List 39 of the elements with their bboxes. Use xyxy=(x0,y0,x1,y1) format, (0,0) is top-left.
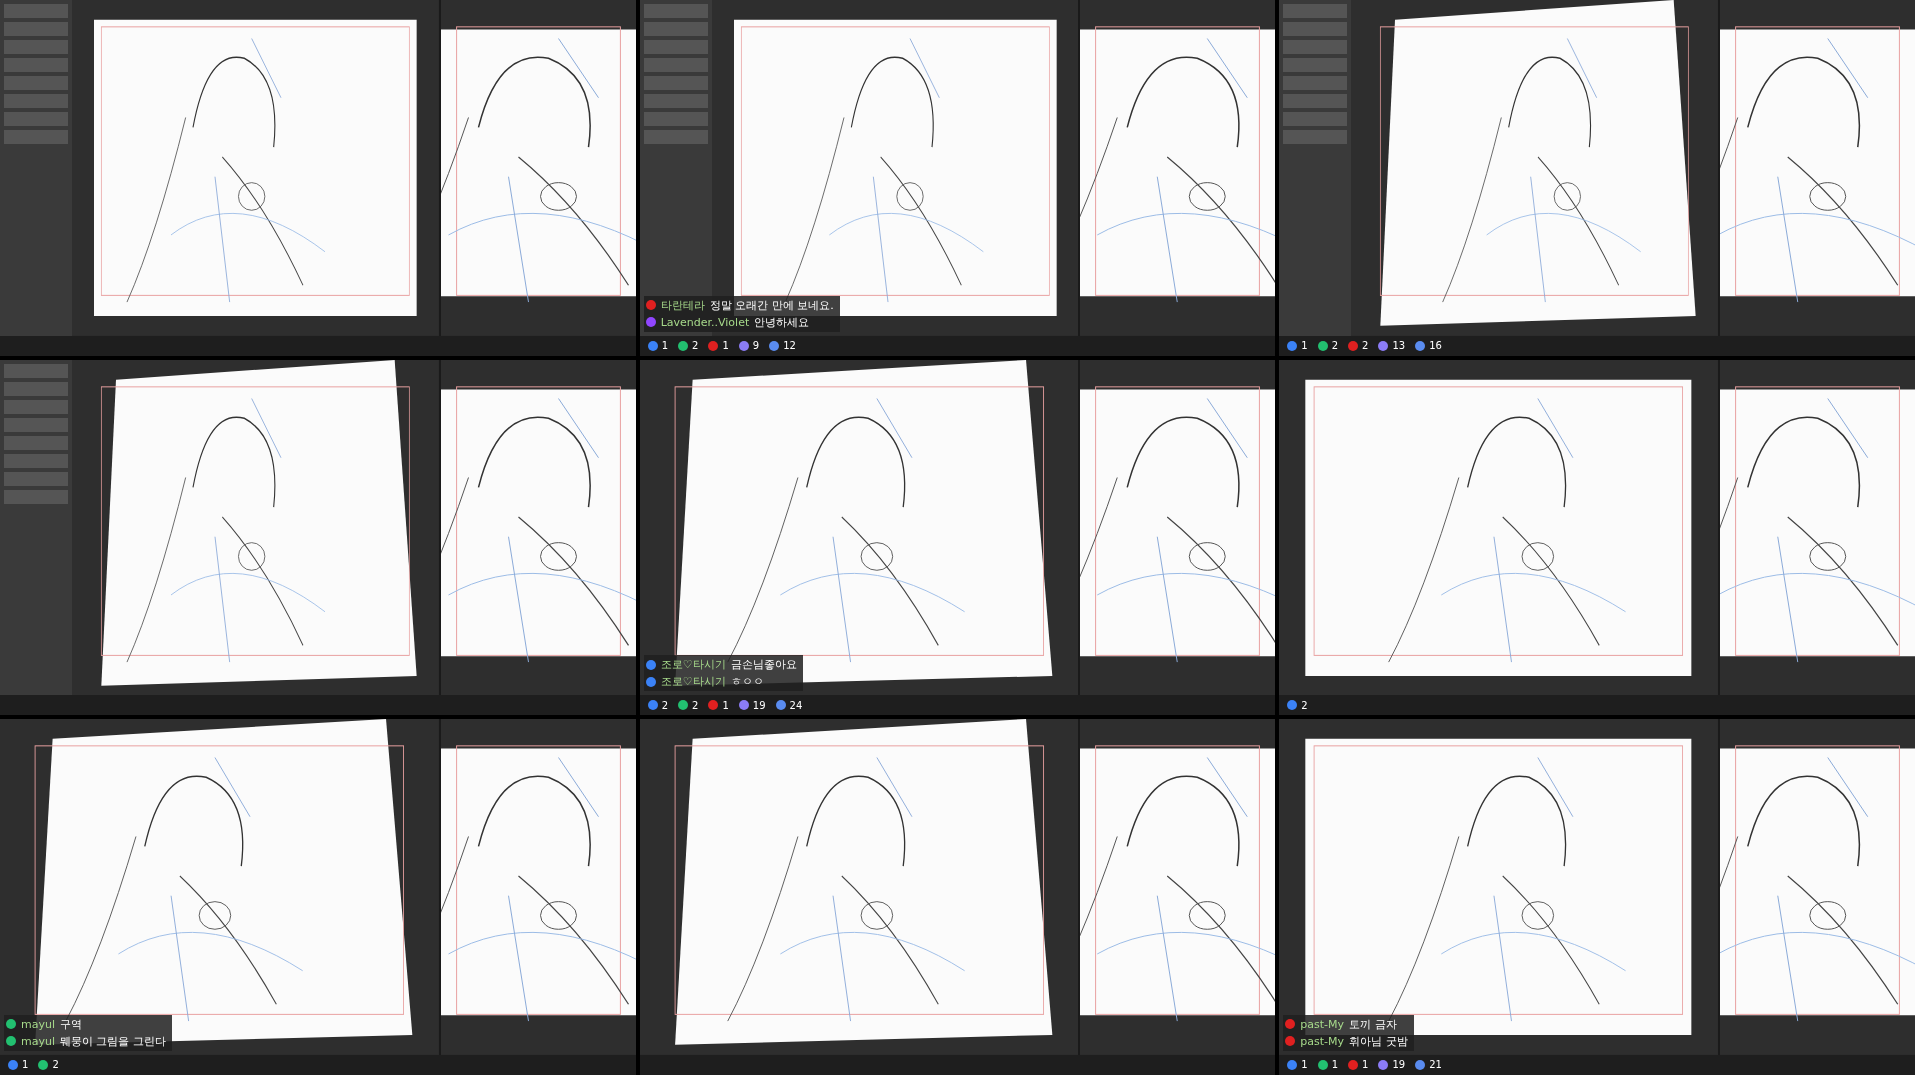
stat-count: 12 xyxy=(783,340,796,352)
stat-count: 2 xyxy=(661,699,669,711)
stat-count: 1 xyxy=(1301,340,1308,352)
chat-username: 타란테라 xyxy=(660,297,705,313)
stat-count: 21 xyxy=(1429,1059,1442,1071)
chat-username: 조로♡타시기 xyxy=(660,657,726,673)
stat-count: 2 xyxy=(1331,340,1339,352)
chat-message: 뭬뭉이 그림을 그린다 xyxy=(60,1034,166,1049)
stat-count: 1 xyxy=(22,1059,29,1071)
chat-username: mayul xyxy=(21,1035,55,1048)
chat-username: past-My xyxy=(1300,1035,1345,1048)
stat-count: 1 xyxy=(1362,1059,1369,1071)
stat-count: 2 xyxy=(1301,699,1308,711)
chat-message: 정말 오래간 만에 보네요. xyxy=(709,297,834,313)
stat-count: 1 xyxy=(1331,1059,1339,1071)
stat-count: 19 xyxy=(752,699,766,711)
stat-count: 2 xyxy=(692,340,699,352)
chat-username: mayul xyxy=(21,1018,55,1031)
stat-count: 1 xyxy=(722,699,729,711)
stat-count: 1 xyxy=(722,340,729,352)
stat-count: 2 xyxy=(1362,340,1369,352)
chat-message: 토끼 금자 xyxy=(1349,1017,1397,1032)
chat-message: 구역 xyxy=(60,1017,82,1032)
chat-message: 휘아님 굿밤 xyxy=(1349,1034,1408,1049)
chat-message: 안녕하세요 xyxy=(754,314,810,330)
stat-count: 2 xyxy=(692,699,699,711)
stat-count: 1 xyxy=(1301,1059,1308,1071)
stat-count: 19 xyxy=(1392,1059,1406,1071)
stat-count: 1 xyxy=(661,340,669,352)
chat-message: ㅎㅇㅇ xyxy=(730,674,764,690)
chat-username: Lavender..Violet xyxy=(660,315,750,329)
chat-username: 조로♡타시기 xyxy=(660,674,726,690)
stat-count: 24 xyxy=(789,699,803,711)
stat-count: 9 xyxy=(752,340,760,352)
chat-username: past-My xyxy=(1300,1018,1345,1031)
stat-count: 13 xyxy=(1392,340,1406,352)
chat-message: 금손님좋아요 xyxy=(730,657,797,673)
stat-count: 2 xyxy=(52,1059,59,1071)
stat-count: 16 xyxy=(1429,340,1442,352)
